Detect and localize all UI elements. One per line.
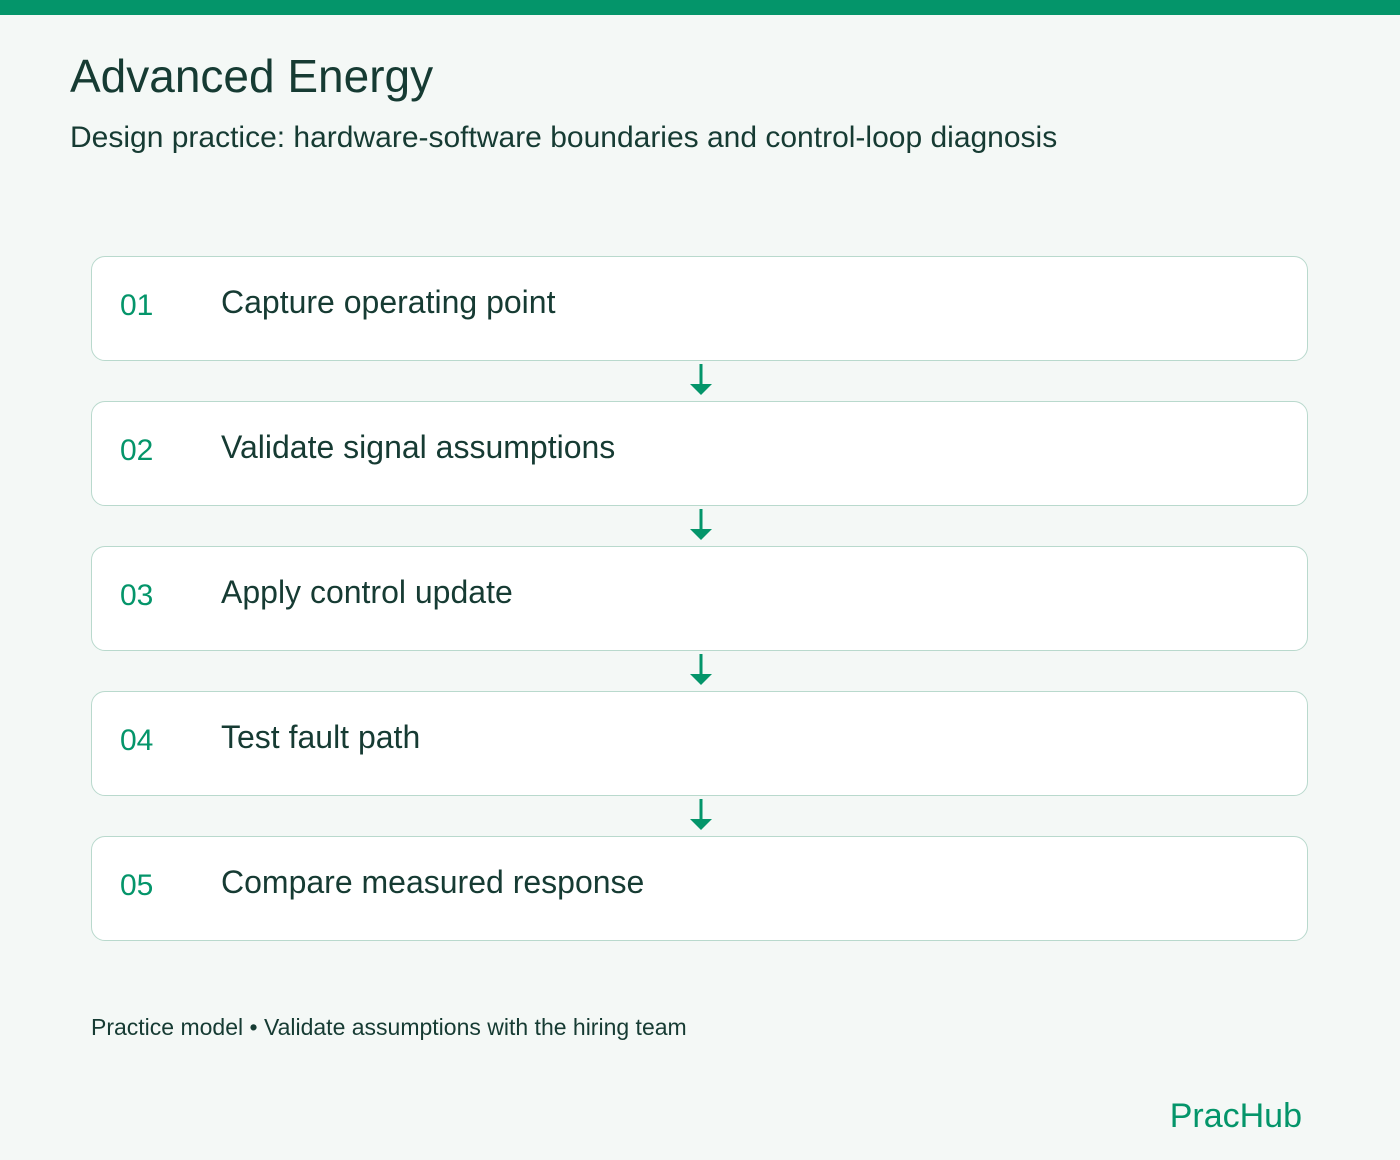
step-number: 04 [120,724,154,757]
brand-logo: PracHub [1169,1097,1302,1135]
step-number: 02 [120,434,154,467]
footnote: Practice model • Validate assumptions wi… [91,1014,687,1040]
step-number: 05 [120,869,154,902]
arrow-down-icon [689,364,713,396]
process-step-1: 01 Capture operating point [91,256,1308,361]
process-step-2: 02 Validate signal assumptions [91,401,1308,506]
arrow-down-icon [689,509,713,541]
page-title: Advanced Energy [70,50,434,102]
process-step-4: 04 Test fault path [91,691,1308,796]
step-label: Test fault path [221,719,421,755]
arrow-down-icon [689,654,713,686]
step-number: 01 [120,289,154,322]
top-accent-bar [0,0,1400,15]
step-label: Validate signal assumptions [221,429,616,465]
process-step-3: 03 Apply control update [91,546,1308,651]
step-label: Capture operating point [221,284,556,320]
step-number: 03 [120,579,154,612]
arrow-down-icon [689,799,713,831]
page-subtitle: Design practice: hardware-software bound… [70,121,1058,154]
step-label: Apply control update [221,574,513,610]
step-label: Compare measured response [221,864,645,900]
process-step-5: 05 Compare measured response [91,836,1308,941]
